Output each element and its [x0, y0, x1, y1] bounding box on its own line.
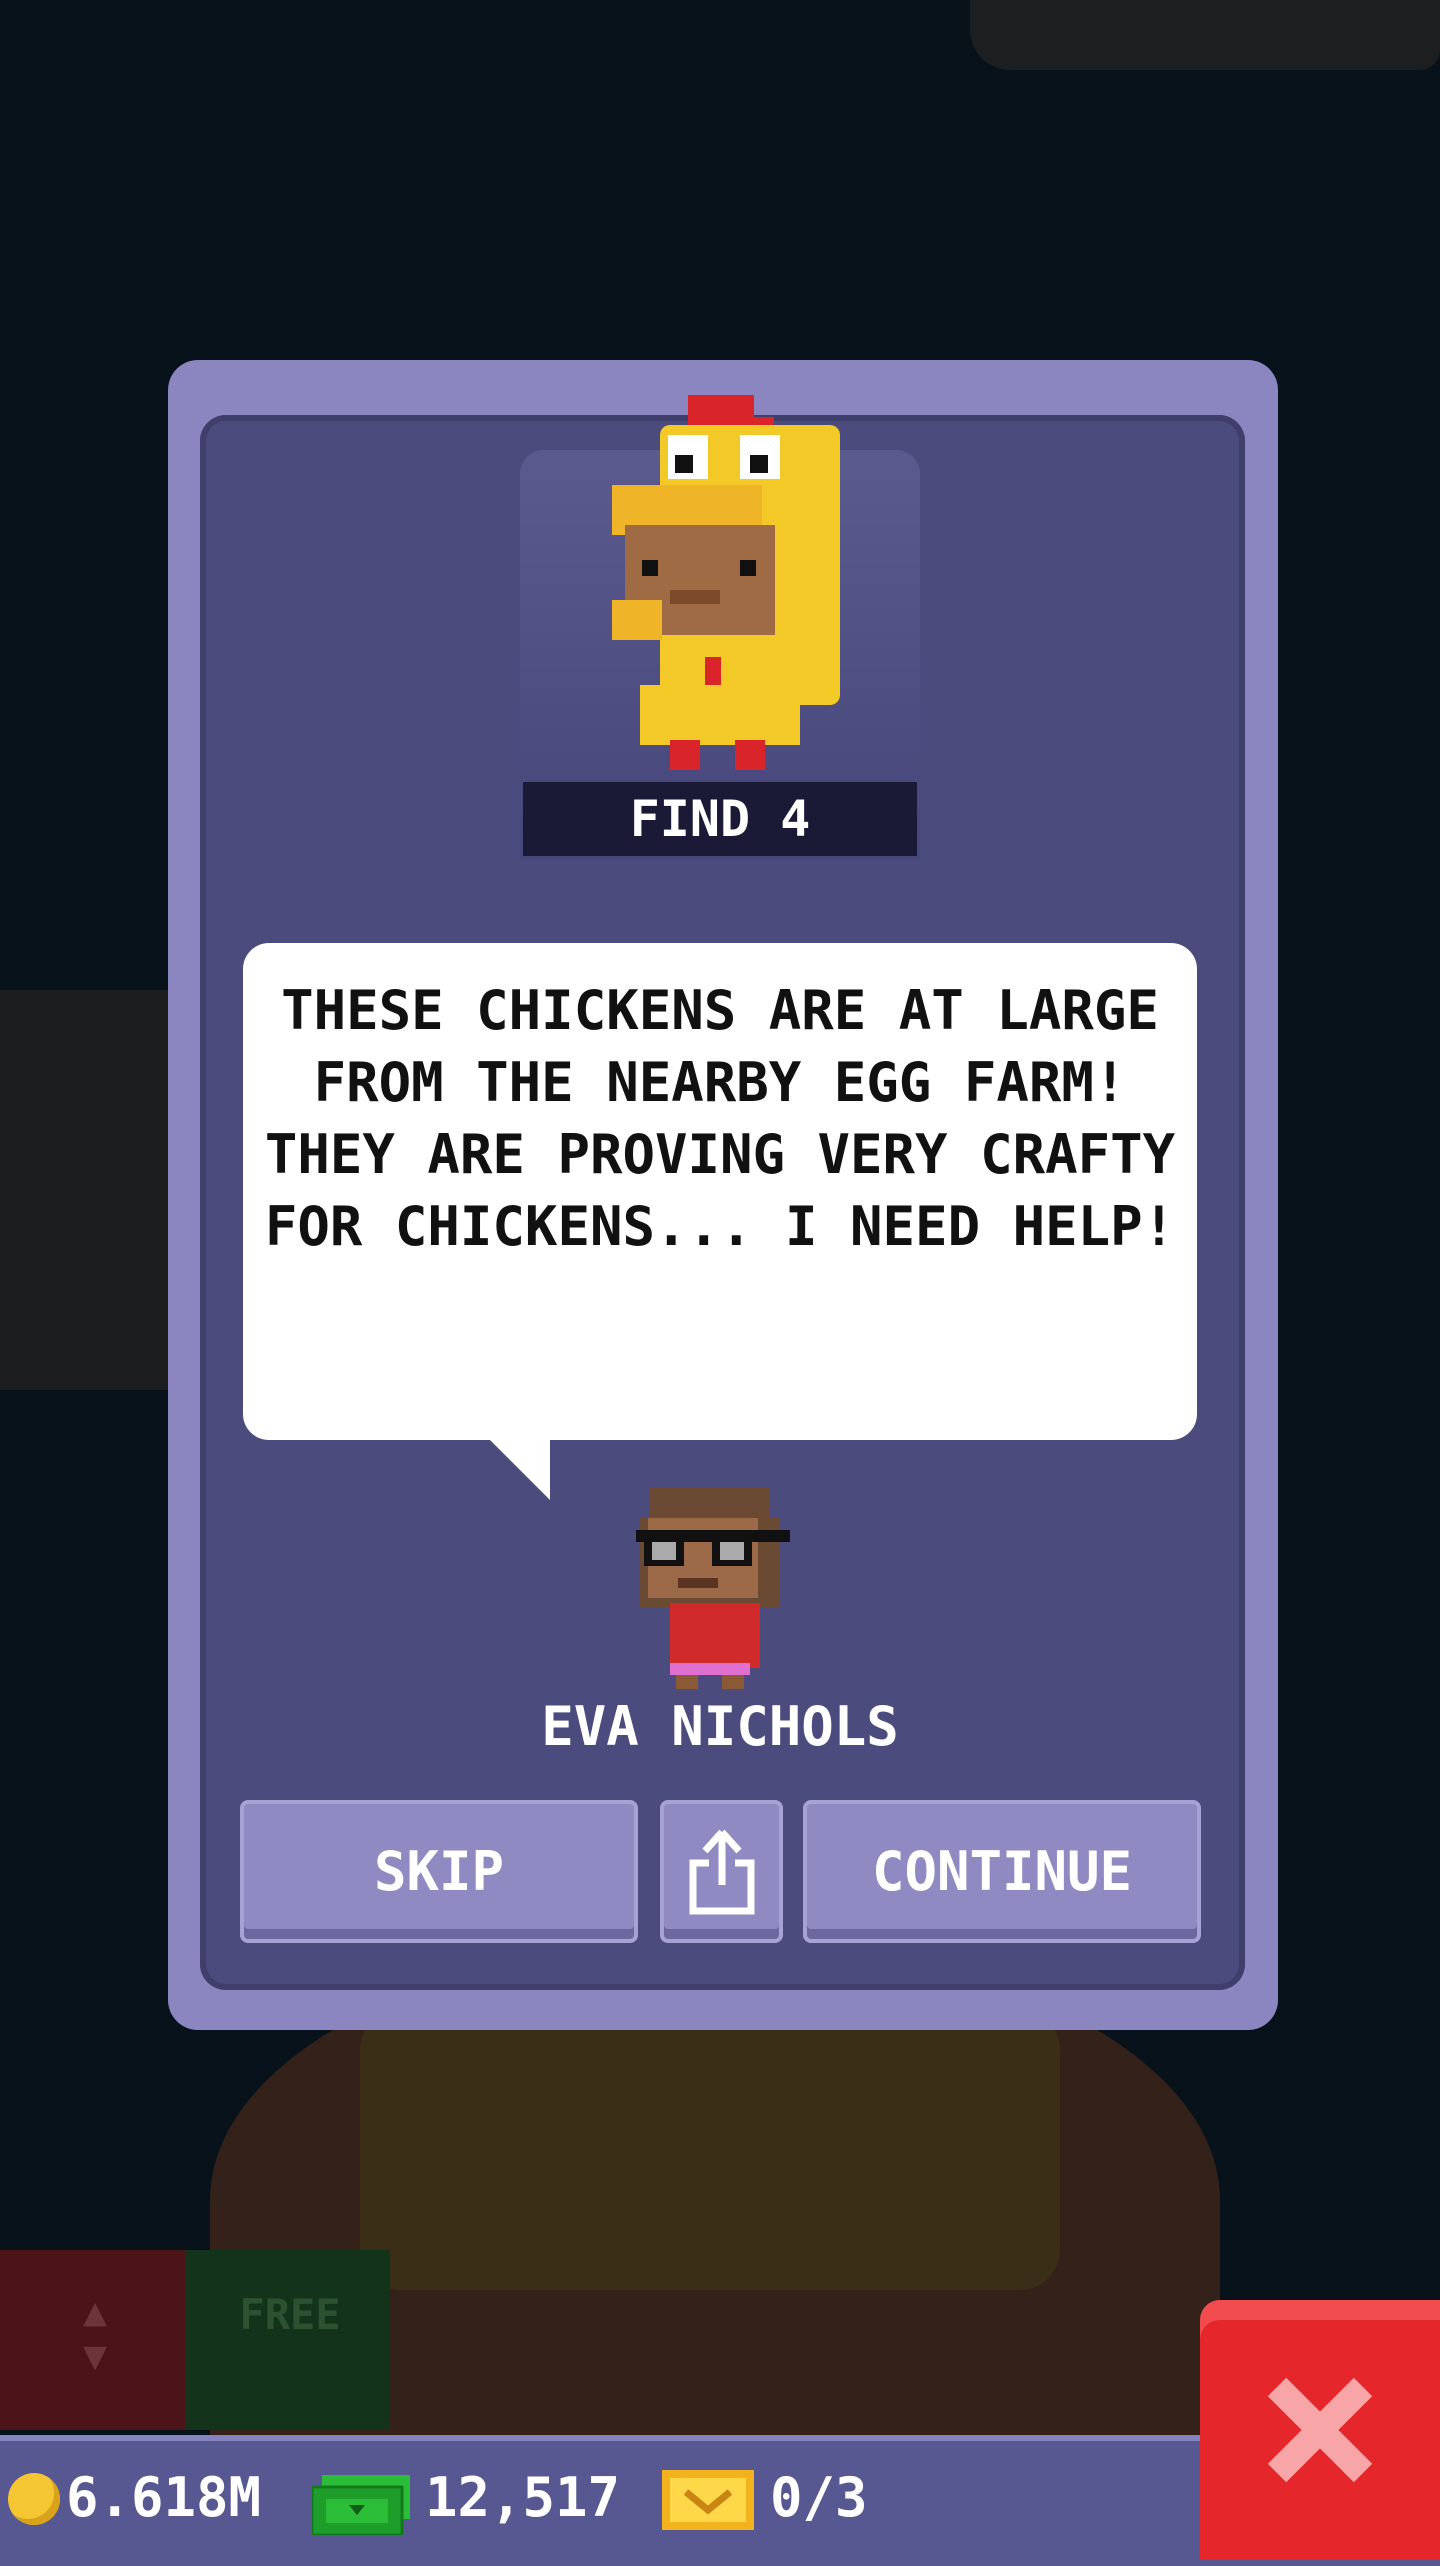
coins-value: 6.618M — [66, 2466, 262, 2529]
continue-button-label: CONTINUE — [871, 1840, 1133, 1903]
speaker-avatar — [636, 1488, 790, 1689]
skip-button[interactable]: SKIP — [240, 1800, 638, 1943]
background-pumpkin-face — [360, 2010, 1060, 2290]
speech-bubble-tail — [480, 1430, 550, 1500]
close-button[interactable] — [1200, 2300, 1440, 2560]
share-icon — [689, 1829, 754, 1914]
dialogue-text: THESE CHICKENS ARE AT LARGE FROM THE NEA… — [264, 979, 1176, 1258]
share-button[interactable] — [660, 1800, 783, 1943]
chicken-character-icon — [612, 395, 840, 770]
background-free-button — [185, 2250, 390, 2430]
background-building — [0, 990, 170, 1390]
bux-value: 12,517 — [425, 2466, 621, 2529]
tickets-value: 0/3 — [770, 2466, 868, 2529]
elevator-arrows-icon: ▲ ▼ — [82, 2289, 108, 2379]
close-x-icon — [1267, 2377, 1373, 2483]
continue-button[interactable]: CONTINUE — [803, 1800, 1201, 1943]
ticket-icon — [662, 2470, 754, 2530]
find-count-label: FIND 4 — [523, 782, 917, 856]
bux-icon — [312, 2475, 410, 2535]
background-cloud — [970, 0, 1440, 70]
coin-icon — [8, 2473, 60, 2525]
skip-button-label: SKIP — [373, 1840, 505, 1903]
speaker-name: EVA NICHOLS — [541, 1695, 899, 1758]
free-label: FREE — [239, 2290, 341, 2339]
